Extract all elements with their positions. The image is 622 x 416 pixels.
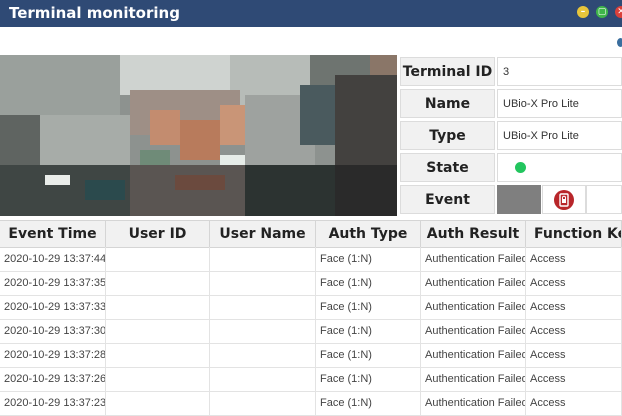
cell-event-time: 2020-10-29 13:37:44 bbox=[0, 247, 106, 271]
state-row: State bbox=[398, 153, 622, 184]
cell-user-id bbox=[106, 247, 210, 271]
cell-user-name bbox=[210, 271, 316, 295]
type-label: Type bbox=[400, 121, 495, 150]
cell-user-name bbox=[210, 367, 316, 391]
cell-event-time: 2020-10-29 13:37:33 bbox=[0, 295, 106, 319]
cell-auth-result: Authentication Failed bbox=[421, 343, 526, 367]
cell-auth-result: Authentication Failed bbox=[421, 319, 526, 343]
maximize-button[interactable]: ▢ bbox=[596, 6, 608, 18]
event-empty-cell bbox=[586, 185, 622, 214]
table-header: Event Time User ID User Name Auth Type A… bbox=[0, 220, 622, 248]
table-row[interactable]: 2020-10-29 13:37:26 Face (1:N) Authentic… bbox=[0, 367, 622, 392]
column-header-auth-result[interactable]: Auth Result bbox=[421, 221, 526, 247]
cell-event-time: 2020-10-29 13:37:35 bbox=[0, 271, 106, 295]
table-row[interactable]: 2020-10-29 13:37:30 Face (1:N) Authentic… bbox=[0, 319, 622, 344]
cell-user-id bbox=[106, 319, 210, 343]
cell-function-key: Access bbox=[526, 319, 622, 343]
cell-event-time: 2020-10-29 13:37:30 bbox=[0, 319, 106, 343]
settings-icon[interactable] bbox=[617, 38, 622, 47]
event-icon-cell[interactable] bbox=[542, 185, 586, 214]
column-header-event-time[interactable]: Event Time bbox=[0, 221, 106, 247]
cell-function-key: Access bbox=[526, 295, 622, 319]
cell-function-key: Access bbox=[526, 247, 622, 271]
name-row: Name UBio-X Pro Lite bbox=[398, 89, 622, 120]
column-header-user-id[interactable]: User ID bbox=[106, 221, 210, 247]
cell-user-id bbox=[106, 391, 210, 415]
table-row[interactable]: 2020-10-29 13:37:33 Face (1:N) Authentic… bbox=[0, 295, 622, 320]
terminal-id-row: Terminal ID 3 bbox=[398, 57, 622, 88]
event-label: Event bbox=[400, 185, 495, 214]
cell-function-key: Access bbox=[526, 343, 622, 367]
name-label: Name bbox=[400, 89, 495, 118]
name-value: UBio-X Pro Lite bbox=[497, 89, 622, 118]
cell-auth-type: Face (1:N) bbox=[316, 367, 421, 391]
cell-function-key: Access bbox=[526, 367, 622, 391]
type-row: Type UBio-X Pro Lite bbox=[398, 121, 622, 152]
table-row[interactable]: 2020-10-29 13:37:28 Face (1:N) Authentic… bbox=[0, 343, 622, 368]
cell-auth-type: Face (1:N) bbox=[316, 247, 421, 271]
table-row[interactable]: 2020-10-29 13:37:44 Face (1:N) Authentic… bbox=[0, 247, 622, 272]
title-bar: Terminal monitoring – ▢ ✕ bbox=[0, 0, 622, 27]
cell-auth-result: Authentication Failed bbox=[421, 367, 526, 391]
cell-user-id bbox=[106, 367, 210, 391]
cell-user-name bbox=[210, 319, 316, 343]
camera-image bbox=[0, 55, 397, 216]
type-value: UBio-X Pro Lite bbox=[497, 121, 622, 150]
state-label: State bbox=[400, 153, 495, 182]
cell-auth-type: Face (1:N) bbox=[316, 271, 421, 295]
cell-user-name bbox=[210, 295, 316, 319]
terminal-id-value: 3 bbox=[497, 57, 622, 86]
event-row: Event bbox=[398, 185, 622, 216]
minimize-button[interactable]: – bbox=[577, 6, 589, 18]
column-header-user-name[interactable]: User Name bbox=[210, 221, 316, 247]
cell-event-time: 2020-10-29 13:37:28 bbox=[0, 343, 106, 367]
cell-auth-type: Face (1:N) bbox=[316, 343, 421, 367]
cell-user-id bbox=[106, 295, 210, 319]
phone-lock-icon[interactable] bbox=[554, 190, 574, 210]
cell-auth-result: Authentication Failed bbox=[421, 391, 526, 415]
column-header-auth-type[interactable]: Auth Type bbox=[316, 221, 421, 247]
cell-auth-result: Authentication Failed bbox=[421, 271, 526, 295]
cell-user-id bbox=[106, 343, 210, 367]
column-header-function-key[interactable]: Function Key bbox=[526, 221, 622, 247]
cell-user-id bbox=[106, 271, 210, 295]
cell-auth-type: Face (1:N) bbox=[316, 295, 421, 319]
camera-feed bbox=[0, 55, 397, 216]
cell-auth-result: Authentication Failed bbox=[421, 247, 526, 271]
table-row[interactable]: 2020-10-29 13:37:23 Face (1:N) Authentic… bbox=[0, 391, 622, 416]
cell-function-key: Access bbox=[526, 391, 622, 415]
cell-event-time: 2020-10-29 13:37:26 bbox=[0, 367, 106, 391]
cell-user-name bbox=[210, 391, 316, 415]
cell-auth-type: Face (1:N) bbox=[316, 319, 421, 343]
cell-function-key: Access bbox=[526, 271, 622, 295]
terminal-id-label: Terminal ID bbox=[400, 57, 495, 86]
close-button[interactable]: ✕ bbox=[615, 6, 622, 18]
window-title: Terminal monitoring bbox=[9, 4, 180, 22]
cell-event-time: 2020-10-29 13:37:23 bbox=[0, 391, 106, 415]
cell-auth-type: Face (1:N) bbox=[316, 391, 421, 415]
cell-user-name bbox=[210, 343, 316, 367]
cell-auth-result: Authentication Failed bbox=[421, 295, 526, 319]
cell-user-name bbox=[210, 247, 316, 271]
state-indicator bbox=[515, 162, 526, 173]
table-row[interactable]: 2020-10-29 13:37:35 Face (1:N) Authentic… bbox=[0, 271, 622, 296]
event-status-block bbox=[497, 185, 541, 214]
